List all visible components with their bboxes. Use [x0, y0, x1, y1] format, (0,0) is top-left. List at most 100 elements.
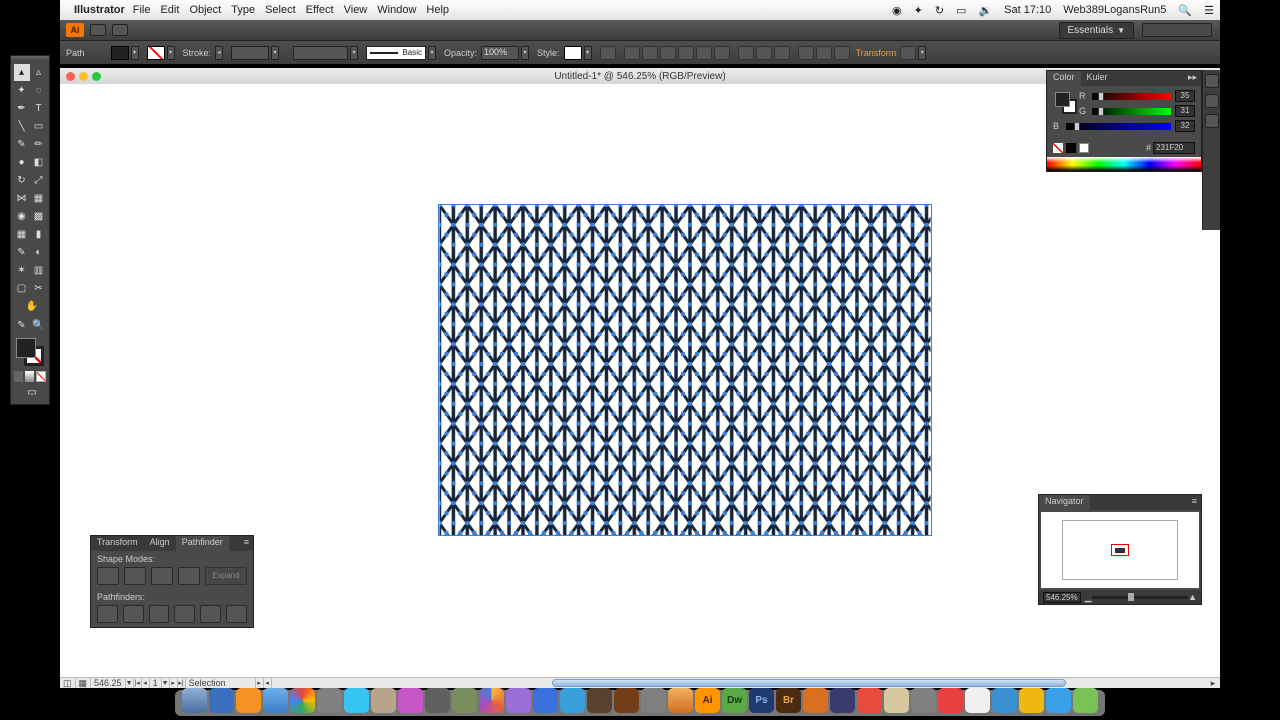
gradient-mode-button[interactable] [25, 371, 34, 382]
scale-tool[interactable]: ⤢ [31, 172, 47, 189]
dock-tweetdeck[interactable] [1046, 688, 1071, 713]
menu-view[interactable]: View [344, 4, 368, 16]
align-v-center-button[interactable] [696, 46, 712, 60]
panel-collapse-button[interactable]: ▸▸ [1184, 71, 1201, 86]
clock[interactable]: Sat 17:10 [1004, 4, 1051, 16]
stroke-weight-field[interactable] [231, 46, 269, 60]
edit-clip-button[interactable] [816, 46, 832, 60]
panel-fill-stroke[interactable] [1055, 92, 1077, 114]
minus-front-button[interactable] [124, 567, 146, 585]
hex-field[interactable]: 231F20 [1153, 142, 1195, 154]
menu-type[interactable]: Type [231, 4, 255, 16]
dock-app-13[interactable] [803, 688, 828, 713]
arrange-documents-button[interactable] [112, 24, 128, 36]
rotate-tool[interactable]: ↻ [14, 172, 30, 189]
help-search-input[interactable] [1142, 23, 1212, 37]
dock-app-6[interactable] [479, 688, 504, 713]
minus-back-button[interactable] [226, 605, 247, 623]
zoom-dropdown[interactable]: ▼ [126, 678, 134, 688]
dock-app-17[interactable] [911, 688, 936, 713]
vwp-dropdown[interactable]: ▾ [350, 46, 358, 60]
mesh-tool[interactable]: ▦ [14, 226, 30, 243]
dock-app-15[interactable] [857, 688, 882, 713]
artboard-prev[interactable]: ◂ [142, 678, 150, 688]
style-dropdown[interactable]: ▾ [584, 46, 592, 60]
fill-swatch[interactable] [111, 46, 129, 60]
color-mode-button[interactable] [14, 371, 23, 382]
g-slider[interactable] [1092, 108, 1171, 115]
artboard-next[interactable]: ▸ [170, 678, 178, 688]
none-swatch[interactable] [1053, 143, 1063, 153]
view-mode-button[interactable]: ◫ [60, 678, 76, 688]
dock-app-21[interactable] [1019, 688, 1044, 713]
lasso-tool[interactable]: ◌ [31, 82, 47, 99]
distribute-h-button[interactable] [738, 46, 754, 60]
trim-button[interactable] [123, 605, 144, 623]
menu-select[interactable]: Select [265, 4, 296, 16]
menu-file[interactable]: File [133, 4, 151, 16]
pencil-tool[interactable]: ✏ [31, 136, 47, 153]
workspace-switcher[interactable]: Essentials▼ [1059, 22, 1135, 39]
fill-stroke-indicator[interactable] [16, 338, 44, 366]
align-left-button[interactable] [624, 46, 640, 60]
opacity-dropdown[interactable]: ▾ [521, 46, 529, 60]
zoom-tool-left[interactable]: ✎ [14, 317, 30, 334]
b-value[interactable]: 32 [1175, 120, 1195, 132]
twitter-icon[interactable]: ✦ [914, 4, 923, 17]
kuler-tab[interactable]: Kuler [1081, 71, 1114, 86]
zoom-tool[interactable]: 🔍 [31, 317, 47, 334]
intersect-button[interactable] [151, 567, 173, 585]
color-tab[interactable]: Color [1047, 71, 1081, 86]
navigator-zoom-field[interactable]: 546.25% [1043, 592, 1081, 603]
zoom-out-button[interactable]: ▁ [1085, 592, 1092, 603]
transform-tab[interactable]: Transform [91, 536, 144, 551]
blend-tool[interactable]: ◐ [31, 244, 47, 261]
user-menu[interactable]: Web389LogansRun5 [1063, 4, 1166, 16]
magic-wand-tool[interactable]: ✦ [14, 82, 30, 99]
unite-button[interactable] [97, 567, 119, 585]
spotlight-icon[interactable]: 🔍 [1178, 4, 1192, 17]
blob-brush-tool[interactable]: ● [14, 154, 30, 171]
align-h-center-button[interactable] [642, 46, 658, 60]
dock-app-16[interactable] [884, 688, 909, 713]
navigator-view[interactable] [1041, 512, 1199, 588]
dock-app-4[interactable] [425, 688, 450, 713]
volume-icon[interactable]: 🔉 [978, 4, 992, 17]
r-slider[interactable] [1092, 93, 1171, 100]
dock-app-9[interactable] [560, 688, 585, 713]
distribute-spacing-button[interactable] [774, 46, 790, 60]
recolor-artwork-button[interactable] [600, 46, 616, 60]
brush-definition[interactable]: Basic [366, 46, 426, 60]
sync-icon[interactable]: ↻ [935, 4, 944, 17]
zoom-slider[interactable] [1092, 596, 1189, 599]
stroke-weight-dropdown[interactable]: ▾ [271, 46, 279, 60]
screen-mode-button[interactable]: ▭ [14, 384, 50, 401]
distribute-v-button[interactable] [756, 46, 772, 60]
align-top-button[interactable] [678, 46, 694, 60]
menu-help[interactable]: Help [426, 4, 449, 16]
transform-dropdown[interactable]: ▾ [918, 46, 926, 60]
dock-chrome[interactable] [290, 688, 315, 713]
dock-app-8[interactable] [533, 688, 558, 713]
dock-app-18[interactable] [938, 688, 963, 713]
stroke-weight-stepper[interactable]: ◂ [215, 46, 223, 60]
notification-icon[interactable]: ☰ [1204, 4, 1214, 17]
perspective-tool[interactable]: ▩ [31, 208, 47, 225]
menu-effect[interactable]: Effect [306, 4, 334, 16]
dock-itunes[interactable] [668, 688, 693, 713]
dock-icon-2[interactable] [1205, 94, 1219, 108]
dock-icon-3[interactable] [1205, 114, 1219, 128]
tools-panel-grip[interactable] [11, 56, 49, 61]
display-icon[interactable]: ▭ [956, 4, 966, 17]
navigator-proxy-view[interactable] [1111, 544, 1129, 556]
expand-button[interactable]: Expand [205, 567, 247, 585]
menu-object[interactable]: Object [189, 4, 221, 16]
bridge-button[interactable] [90, 24, 106, 36]
paintbrush-tool[interactable]: ✎ [14, 136, 30, 153]
align-bottom-button[interactable] [714, 46, 730, 60]
align-tab[interactable]: Align [144, 536, 176, 551]
dock-app-19[interactable] [965, 688, 990, 713]
gradient-tool[interactable]: ▮ [31, 226, 47, 243]
scroll-right-arrow[interactable]: ▸ [1206, 678, 1220, 689]
artboard-last[interactable]: ▸| [178, 678, 186, 688]
